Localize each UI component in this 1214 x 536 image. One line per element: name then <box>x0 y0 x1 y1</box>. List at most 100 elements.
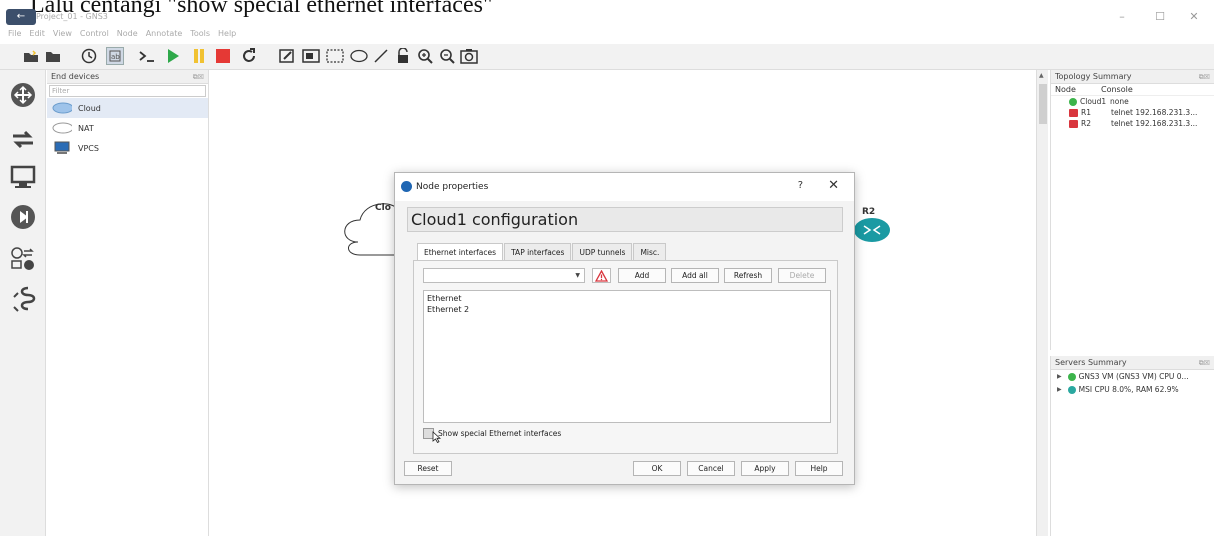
insert-picture-icon[interactable] <box>302 47 320 65</box>
list-item[interactable]: Ethernet <box>427 293 827 304</box>
routers-category-icon[interactable] <box>10 82 36 108</box>
draw-ellipse-icon[interactable] <box>350 47 368 65</box>
show-special-interfaces-label[interactable]: Show special Ethernet interfaces <box>438 429 561 438</box>
snapshot-clock-icon[interactable] <box>80 47 98 65</box>
interface-list: Ethernet Ethernet 2 <box>423 290 831 423</box>
canvas-vertical-scrollbar[interactable]: ▲ <box>1036 70 1048 536</box>
expand-arrow-icon[interactable]: ▶ <box>1057 373 1062 380</box>
node-console: none <box>1110 97 1129 106</box>
zoom-out-icon[interactable] <box>438 47 456 65</box>
device-item-cloud[interactable]: Cloud <box>47 98 208 118</box>
menu-tools[interactable]: Tools <box>190 29 210 41</box>
menu-file[interactable]: File <box>8 29 21 41</box>
topology-row[interactable]: Cloud1 none <box>1051 96 1214 107</box>
device-category-bar <box>0 70 46 536</box>
dialog-close-button[interactable]: ✕ <box>828 178 839 193</box>
expand-arrow-icon[interactable]: ▶ <box>1057 386 1062 393</box>
topology-row[interactable]: R1 telnet 192.168.231.3... <box>1051 107 1214 118</box>
tab-tap-interfaces[interactable]: TAP interfaces <box>504 243 572 261</box>
router-node-shape <box>854 218 890 242</box>
add-note-icon[interactable] <box>278 47 296 65</box>
refresh-button[interactable]: Refresh <box>724 268 772 283</box>
overlay-caption: Lalu centangi "show special ethernet int… <box>30 0 493 18</box>
scrollbar-thumb[interactable] <box>1039 84 1047 124</box>
cancel-button[interactable]: Cancel <box>687 461 735 476</box>
interface-select[interactable]: ▼ <box>423 268 585 283</box>
draw-rectangle-icon[interactable] <box>326 47 344 65</box>
list-item[interactable]: Ethernet 2 <box>427 304 827 315</box>
node-properties-dialog: Node properties ? ✕ Cloud1 configuration… <box>394 172 855 485</box>
tab-udp-tunnels[interactable]: UDP tunnels <box>572 243 633 261</box>
server-status-green-icon <box>1067 385 1076 394</box>
console-all-icon[interactable] <box>138 47 156 65</box>
tab-misc[interactable]: Misc. <box>633 243 667 261</box>
device-filter-input[interactable]: Filter <box>49 85 206 97</box>
ok-button[interactable]: OK <box>633 461 681 476</box>
servers-summary-title: Servers Summary <box>1055 358 1127 367</box>
cloud-node-label[interactable]: Clo <box>375 203 391 213</box>
add-button[interactable]: Add <box>618 268 666 283</box>
devices-panel-header: End devices ⧉☒ <box>47 70 208 84</box>
maximize-button[interactable]: ☐ <box>1152 10 1168 24</box>
zoom-in-icon[interactable] <box>416 47 434 65</box>
server-label: GNS3 VM (GNS3 VM) CPU 0... <box>1078 372 1189 381</box>
topology-row[interactable]: R2 telnet 192.168.231.3... <box>1051 118 1214 129</box>
status-green-icon <box>1069 97 1077 106</box>
lock-icon[interactable] <box>394 47 412 65</box>
menu-view[interactable]: View <box>53 29 72 41</box>
new-project-icon[interactable] <box>22 47 40 65</box>
all-devices-category-icon[interactable] <box>10 246 36 272</box>
add-all-button[interactable]: Add all <box>671 268 719 283</box>
dialog-help-button[interactable]: ? <box>798 180 803 191</box>
show-interface-labels-icon[interactable]: ab <box>106 47 124 65</box>
security-devices-category-icon[interactable] <box>10 204 36 230</box>
start-all-icon[interactable] <box>164 47 182 65</box>
devices-panel-title: End devices <box>51 72 100 81</box>
delete-button[interactable]: Delete <box>778 268 826 283</box>
close-button[interactable]: ✕ <box>1186 10 1202 24</box>
suspend-all-icon[interactable] <box>190 47 208 65</box>
menu-bar: File Edit View Control Node Annotate Too… <box>8 29 236 41</box>
router-node-label[interactable]: R2 <box>862 207 875 217</box>
add-link-icon[interactable] <box>10 286 36 312</box>
screenshot-camera-icon[interactable] <box>460 47 478 65</box>
minimize-button[interactable]: – <box>1114 10 1130 24</box>
vpcs-icon <box>52 141 72 154</box>
open-folder-icon[interactable] <box>44 47 62 65</box>
device-item-vpcs[interactable]: VPCS <box>47 138 208 158</box>
device-label: VPCS <box>78 143 99 153</box>
panel-float-close-icon[interactable]: ⧉☒ <box>193 70 204 84</box>
server-row[interactable]: ▶ MSI CPU 8.0%, RAM 62.9% <box>1051 383 1214 396</box>
node-console: telnet 192.168.231.3... <box>1111 119 1198 128</box>
warning-icon[interactable] <box>592 268 611 283</box>
node-name: R2 <box>1081 119 1091 128</box>
cloud-node-shape <box>344 203 401 256</box>
column-node: Node <box>1055 85 1076 94</box>
help-button[interactable]: Help <box>795 461 843 476</box>
menu-node[interactable]: Node <box>117 29 138 41</box>
draw-line-icon[interactable] <box>372 47 390 65</box>
scroll-up-icon[interactable]: ▲ <box>1039 72 1044 79</box>
reset-button[interactable]: Reset <box>404 461 452 476</box>
panel-float-close-icon[interactable]: ⧉☒ <box>1199 70 1210 84</box>
devices-panel: End devices ⧉☒ Filter Cloud NAT VPCS <box>47 70 209 536</box>
back-arrow-icon[interactable]: ← <box>6 9 36 25</box>
menu-control[interactable]: Control <box>80 29 109 41</box>
end-devices-category-icon[interactable] <box>10 164 36 190</box>
nat-icon <box>52 122 72 134</box>
device-label: Cloud <box>78 103 101 113</box>
reload-icon[interactable] <box>240 47 258 65</box>
menu-annotate[interactable]: Annotate <box>146 29 183 41</box>
node-name: Cloud1 <box>1080 97 1107 106</box>
server-row[interactable]: ▶ GNS3 VM (GNS3 VM) CPU 0... <box>1051 370 1214 383</box>
panel-float-close-icon[interactable]: ⧉☒ <box>1199 356 1210 370</box>
device-item-nat[interactable]: NAT <box>47 118 208 138</box>
apply-button[interactable]: Apply <box>741 461 789 476</box>
dialog-title: Node properties <box>416 182 489 192</box>
router-status-red-icon <box>1069 108 1078 117</box>
stop-all-icon[interactable] <box>214 47 232 65</box>
topology-columns: Node Console <box>1051 84 1214 96</box>
switches-category-icon[interactable] <box>10 126 36 152</box>
menu-edit[interactable]: Edit <box>29 29 45 41</box>
menu-help[interactable]: Help <box>218 29 236 41</box>
